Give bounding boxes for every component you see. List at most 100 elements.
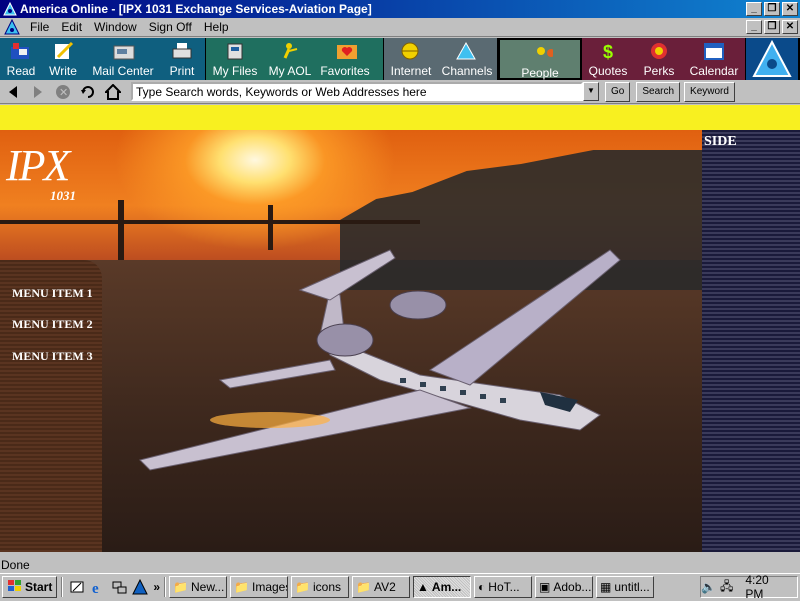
heart-folder-icon bbox=[332, 40, 358, 62]
search-input[interactable] bbox=[131, 82, 583, 101]
menu-sign-off[interactable]: Sign Off bbox=[143, 20, 198, 34]
menu-item-1[interactable]: MENU ITEM 1 bbox=[12, 286, 93, 301]
menu-item-3[interactable]: MENU ITEM 3 bbox=[12, 349, 93, 364]
app-icon: ◐ bbox=[478, 580, 486, 594]
calendar-icon bbox=[701, 40, 727, 62]
quotes-button[interactable]: $ Quotes bbox=[582, 38, 634, 80]
dollar-icon: $ bbox=[595, 40, 621, 62]
web-content: IPX 1031 MENU ITEM 1 MENU ITEM 2 MENU IT… bbox=[0, 105, 800, 552]
left-navigation: MENU ITEM 1 MENU ITEM 2 MENU ITEM 3 bbox=[0, 260, 102, 552]
system-tray: 🔈 🖧 4:20 PM bbox=[700, 573, 798, 601]
person-icon bbox=[277, 40, 303, 62]
menu-file[interactable]: File bbox=[24, 20, 55, 34]
menu-help[interactable]: Help bbox=[198, 20, 235, 34]
jet-image bbox=[139, 249, 621, 471]
forward-arrow-icon[interactable] bbox=[28, 82, 48, 102]
window-title-bar[interactable]: America Online - [IPX 1031 Exchange Serv… bbox=[0, 0, 800, 18]
dropdown-arrow-icon[interactable]: ▼ bbox=[583, 82, 599, 101]
task-av2[interactable]: 📁 AV2 bbox=[352, 576, 411, 598]
aol-triangle-icon bbox=[3, 2, 17, 16]
people-icon bbox=[527, 42, 553, 64]
my-files-button[interactable]: My Files bbox=[206, 38, 264, 80]
aol-triangle-icon bbox=[4, 18, 20, 35]
svg-text:$: $ bbox=[603, 42, 613, 61]
back-arrow-icon[interactable] bbox=[3, 82, 23, 102]
stop-icon[interactable]: ✕ bbox=[53, 82, 73, 102]
minimize-button[interactable]: _ bbox=[746, 2, 762, 16]
close-button[interactable]: ✕ bbox=[782, 2, 798, 16]
chevron-right-icon[interactable]: » bbox=[153, 580, 160, 594]
task-untitled[interactable]: ▦ untitl... bbox=[596, 576, 655, 598]
pen-paper-icon bbox=[50, 40, 76, 62]
calendar-button[interactable]: Calendar bbox=[684, 38, 744, 80]
aol-logo bbox=[746, 38, 798, 80]
network-tray-icon[interactable]: 🖧 bbox=[720, 577, 733, 598]
menu-edit[interactable]: Edit bbox=[55, 20, 88, 34]
ipx-logo: IPX 1031 bbox=[6, 141, 76, 203]
perks-button[interactable]: Perks bbox=[634, 38, 684, 80]
child-close-button[interactable]: ✕ bbox=[782, 20, 798, 34]
print-button[interactable]: Print bbox=[162, 38, 202, 80]
windows-logo-icon bbox=[7, 579, 23, 596]
mailbox-icon bbox=[8, 40, 34, 62]
task-hotmetal[interactable]: ◐ HoT... bbox=[474, 576, 533, 598]
task-america-online[interactable]: ▲ Am... bbox=[413, 576, 472, 598]
folder-icon: 📁 bbox=[234, 580, 249, 594]
svg-text:✕: ✕ bbox=[59, 87, 68, 99]
restore-button[interactable]: ❐ bbox=[764, 2, 780, 16]
home-icon[interactable] bbox=[103, 82, 123, 102]
globe-icon bbox=[398, 40, 424, 62]
folder-icon: 📁 bbox=[295, 580, 310, 594]
header-band bbox=[0, 105, 800, 130]
task-adobe[interactable]: ▣ Adob... bbox=[535, 576, 594, 598]
navigation-bar: ✕ ▼ Go Search Keyword bbox=[0, 80, 800, 104]
my-aol-button[interactable]: My AOL bbox=[264, 38, 316, 80]
go-button[interactable]: Go bbox=[605, 81, 631, 102]
write-button[interactable]: Write bbox=[42, 38, 84, 80]
status-bar: Done bbox=[0, 557, 800, 573]
task-icons[interactable]: 📁 icons bbox=[291, 576, 350, 598]
task-images[interactable]: 📁 Images bbox=[230, 576, 289, 598]
window-title: America Online - [IPX 1031 Exchange Serv… bbox=[20, 2, 372, 16]
menu-bar: File Edit Window Sign Off Help _ ❐ ✕ bbox=[0, 18, 800, 37]
start-button[interactable]: Start bbox=[2, 576, 58, 598]
app-icon: ▦ bbox=[600, 580, 612, 594]
channels-button[interactable]: Channels bbox=[438, 38, 496, 80]
child-minimize-button[interactable]: _ bbox=[746, 20, 762, 34]
keyword-button[interactable]: Keyword bbox=[684, 81, 735, 102]
reload-icon[interactable] bbox=[78, 82, 98, 102]
quick-launch: e » bbox=[69, 578, 160, 597]
channels-icon bbox=[454, 40, 480, 62]
status-text: Done bbox=[1, 558, 30, 572]
people-button[interactable]: People bbox=[500, 40, 580, 82]
app-icon: ▣ bbox=[539, 580, 551, 594]
search-button[interactable]: Search bbox=[636, 81, 681, 102]
side-label: SIDE bbox=[704, 134, 737, 149]
folder-icon: 📁 bbox=[356, 580, 371, 594]
menu-window[interactable]: Window bbox=[88, 20, 143, 34]
internet-explorer-icon[interactable]: e bbox=[90, 579, 106, 597]
mail-center-button[interactable]: Mail Center bbox=[84, 38, 162, 80]
files-icon bbox=[222, 40, 248, 62]
aol-triangle-icon: ▲ bbox=[417, 580, 429, 594]
side-panel: SIDE bbox=[702, 130, 800, 552]
folder-icon: 📁 bbox=[173, 580, 188, 594]
volume-icon[interactable]: 🔈 bbox=[701, 580, 716, 594]
gift-icon bbox=[646, 40, 672, 62]
read-button[interactable]: Read bbox=[0, 38, 42, 80]
show-desktop-icon[interactable] bbox=[69, 579, 85, 595]
favorites-button[interactable]: Favorites bbox=[316, 38, 374, 80]
aol-triangle-icon[interactable] bbox=[132, 578, 149, 595]
mail-center-icon bbox=[110, 40, 136, 62]
svg-text:e: e bbox=[92, 581, 99, 595]
windows-taskbar: Start e » 📁 New... 📁 Images 📁 icons 📁 AV2 ▲ A… bbox=[0, 573, 800, 601]
network-icon[interactable] bbox=[111, 579, 127, 595]
hero-image: IPX 1031 bbox=[0, 130, 702, 552]
menu-item-2[interactable]: MENU ITEM 2 bbox=[12, 317, 93, 332]
internet-button[interactable]: Internet bbox=[384, 38, 438, 80]
clock[interactable]: 4:20 PM bbox=[745, 573, 789, 601]
aol-toolbar: Read Write Mail Center Print My Files My… bbox=[0, 38, 800, 80]
printer-icon bbox=[169, 40, 195, 62]
task-new-folder[interactable]: 📁 New... bbox=[169, 576, 228, 598]
child-restore-button[interactable]: ❐ bbox=[764, 20, 780, 34]
